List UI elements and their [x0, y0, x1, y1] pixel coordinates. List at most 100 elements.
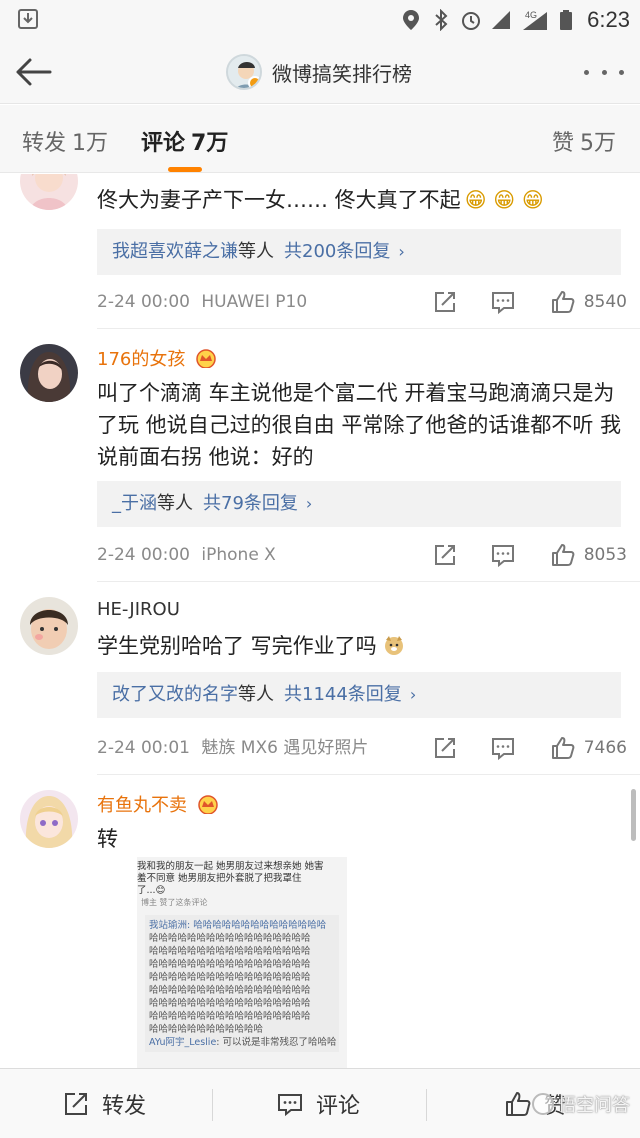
comment-actions: 8053	[400, 540, 627, 570]
share-icon[interactable]	[432, 289, 458, 315]
comment-meta: 2-24 00:00 HUAWEI P10 8540	[97, 287, 627, 317]
comment-icon[interactable]	[490, 542, 516, 568]
comment-meta: 2-24 00:01 魅族 MX6 遇见好照片 7466	[97, 733, 627, 763]
clock: 6:23	[587, 7, 630, 32]
comment-icon[interactable]	[490, 289, 516, 315]
thumbs-up-icon	[551, 544, 575, 566]
reply-suffix: 等人	[157, 493, 193, 514]
comment-device: 魅族 MX6 遇见好照片	[201, 738, 369, 758]
username-text: 有鱼丸不卖	[97, 795, 187, 816]
watermark: 悟空问答	[532, 1091, 630, 1117]
comment-image-post: 我和我的朋友一起 她男朋友过来想亲她 她害 羞不同意 她男朋友把外套脱了把我罩住…	[137, 857, 347, 909]
reply-summary[interactable]: _于涵等人 共79条回复 ›	[97, 481, 621, 527]
username[interactable]: HE-JIROU	[97, 599, 180, 620]
tab-repost-label: 转发	[22, 131, 67, 156]
comment-time: 2-24 00:00	[97, 545, 190, 565]
back-arrow-icon[interactable]	[14, 54, 54, 90]
repost-label: 转发	[102, 1094, 147, 1119]
avatar-image	[20, 597, 78, 655]
chevron-right-icon: ›	[409, 685, 417, 704]
avatar-image	[20, 344, 78, 402]
tab-comments-count: 7万	[191, 131, 229, 156]
chevron-right-icon: ›	[305, 494, 313, 513]
reply-summary[interactable]: 我超喜欢薛之谦等人 共200条回复 ›	[97, 229, 621, 275]
thumbs-up-icon	[506, 1092, 531, 1116]
status-icons: 4G 6:23	[401, 6, 630, 34]
reply-total[interactable]: 共1144条回复	[284, 684, 402, 705]
repost-button[interactable]: 转发	[62, 1069, 146, 1138]
tab-repost-count: 1万	[72, 131, 109, 156]
divider	[426, 1089, 427, 1121]
image-quote-line: 哈哈哈哈哈哈哈哈哈哈哈哈哈哈哈哈哈	[149, 933, 311, 944]
active-tab-indicator	[168, 167, 202, 172]
comment-time: 2-24 00:00	[97, 292, 190, 312]
comment-item: HE-JIROU 学生党别哈哈了 写完作业了吗 改了又改的名字等人 共1144条回…	[0, 582, 640, 775]
comment-text: 学生党别哈哈了 写完作业了吗	[97, 630, 627, 662]
chevron-right-icon: ›	[398, 242, 405, 261]
reply-total[interactable]: 共200条回复	[284, 241, 390, 262]
comment-image-quote: 我站瑜洲: 哈哈哈哈哈哈哈哈哈哈哈哈哈哈 哈哈哈哈哈哈哈哈哈哈哈哈哈哈哈哈哈 哈…	[145, 915, 339, 1052]
username[interactable]: 有鱼丸不卖	[97, 791, 219, 817]
tab-likes-label: 赞	[552, 131, 575, 156]
reply-summary[interactable]: 改了又改的名字等人 共1144条回复 ›	[97, 672, 621, 718]
like-button[interactable]: 7466	[550, 733, 627, 763]
image-text-line: 羞不同意 她男朋友把外套脱了把我罩住	[137, 873, 302, 884]
comment-time: 2-24 00:01	[97, 738, 190, 758]
avatar[interactable]	[20, 597, 78, 655]
avatar[interactable]	[20, 790, 78, 848]
account-avatar[interactable]	[226, 54, 262, 90]
comment-text-body: 佟大为妻子产下一女…… 佟大真了不起	[97, 188, 461, 212]
comment-actions: 7466	[400, 733, 627, 763]
reply-names[interactable]: 改了又改的名字	[112, 684, 238, 705]
verified-badge-icon	[248, 76, 260, 88]
avatar-image	[20, 790, 78, 848]
reply-total[interactable]: 共79条回复	[203, 493, 298, 514]
thumbs-up-icon	[551, 291, 575, 313]
comment-text: 叫了个滴滴 车主说他是个富二代 开着宝马跑滴滴只是为了玩 他说自己过的很自由 平…	[97, 381, 622, 469]
image-quote-line: 哈哈哈哈哈哈哈哈哈哈哈哈哈哈哈哈哈	[149, 985, 311, 996]
more-options-icon[interactable]	[584, 58, 624, 86]
comment-image[interactable]: 我和我的朋友一起 她男朋友过来想亲她 她害 羞不同意 她男朋友把外套脱了把我罩住…	[137, 857, 347, 1068]
image-reply-name: AYu阿宇_Leslie	[149, 1037, 217, 1048]
like-button[interactable]: 8540	[550, 287, 627, 317]
download-notification-icon	[18, 9, 38, 29]
bluetooth-icon	[435, 9, 448, 31]
reply-names[interactable]: 我超喜欢薛之谦	[112, 241, 238, 262]
comment-meta: 2-24 00:00 iPhone X 8053	[97, 540, 627, 570]
thumbs-up-icon	[551, 737, 575, 759]
tab-comments[interactable]: 评论 7万	[141, 125, 228, 157]
share-icon	[65, 1093, 87, 1115]
comment-text: 佟大为妻子产下一女…… 佟大真了不起 😁 😁 😁	[97, 184, 627, 216]
comment-icon[interactable]	[490, 735, 516, 761]
avatar[interactable]	[20, 174, 78, 210]
reply-names[interactable]: _于涵	[112, 493, 157, 514]
image-quote-line: 哈哈哈哈哈哈哈哈哈哈哈哈哈哈哈哈哈	[149, 1011, 311, 1022]
image-reply-text: : 可以说是非常残忍了哈哈哈	[216, 1037, 337, 1048]
tab-repost[interactable]: 转发 1万	[22, 125, 108, 157]
location-icon	[403, 10, 420, 30]
share-icon[interactable]	[432, 542, 458, 568]
comment-button[interactable]: 评论	[276, 1069, 360, 1138]
battery-icon	[560, 10, 573, 30]
username-text: 176的女孩	[97, 349, 186, 370]
svg-text:4G: 4G	[525, 10, 537, 20]
account-title[interactable]: 微博搞笑排行榜	[226, 52, 412, 92]
tab-comments-label: 评论	[141, 131, 186, 156]
like-button[interactable]: 8053	[550, 540, 627, 570]
comment-label: 评论	[316, 1094, 361, 1119]
vip-crown-icon	[197, 795, 218, 814]
comment-feed[interactable]: 佟大为妻子产下一女…… 佟大真了不起 😁 😁 😁 我超喜欢薛之谦等人 共200条回复…	[0, 174, 640, 1068]
like-count: 8053	[583, 545, 627, 565]
tab-likes[interactable]: 赞 5万	[552, 125, 616, 157]
share-icon[interactable]	[432, 735, 458, 761]
comment-text-body: 学生党别哈哈了 写完作业了吗	[97, 634, 377, 658]
comment-icon	[278, 1094, 302, 1117]
doge-emoji-icon	[385, 636, 404, 655]
alarm-icon	[462, 12, 481, 30]
username[interactable]: 176的女孩	[97, 345, 217, 371]
top-nav: 微博搞笑排行榜	[0, 40, 640, 104]
comment-text: 转	[97, 827, 118, 851]
avatar[interactable]	[20, 344, 78, 402]
status-bar: 4G 6:23	[0, 0, 640, 40]
scrollbar[interactable]	[631, 789, 636, 841]
